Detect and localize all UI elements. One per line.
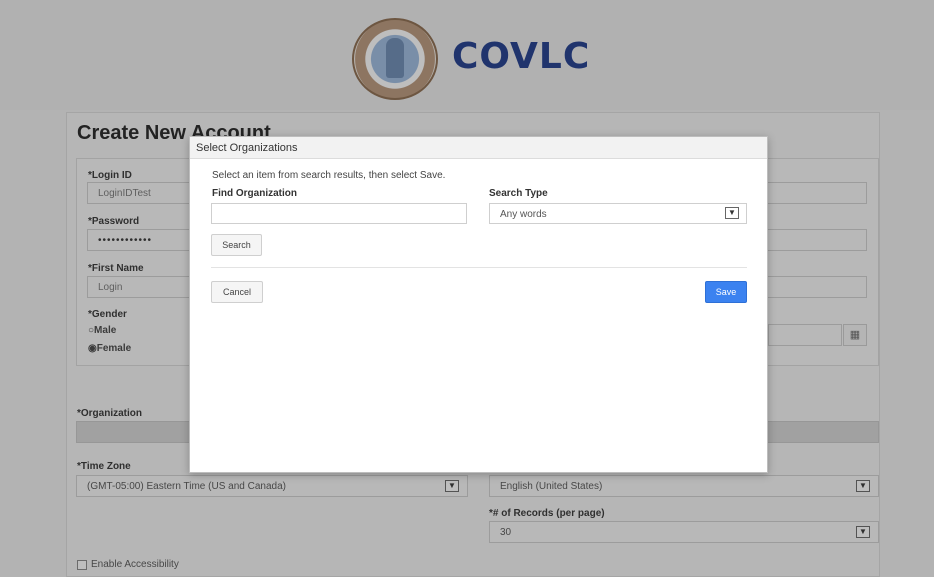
find-organization-label: Find Organization — [212, 188, 297, 199]
search-type-label: Search Type — [489, 188, 548, 199]
cancel-button[interactable]: Cancel — [211, 281, 263, 303]
find-organization-input[interactable] — [211, 203, 467, 224]
search-type-value: Any words — [500, 209, 547, 220]
chevron-down-icon[interactable]: ▼ — [725, 207, 739, 219]
dialog-title: Select Organizations — [190, 137, 767, 159]
search-button[interactable]: Search — [211, 234, 262, 256]
dialog-instruction: Select an item from search results, then… — [212, 170, 446, 181]
dialog-divider — [211, 267, 747, 268]
save-button[interactable]: Save — [705, 281, 747, 303]
search-type-select[interactable]: Any words ▼ — [489, 203, 747, 224]
select-organizations-dialog: Select Organizations Select an item from… — [189, 136, 768, 473]
